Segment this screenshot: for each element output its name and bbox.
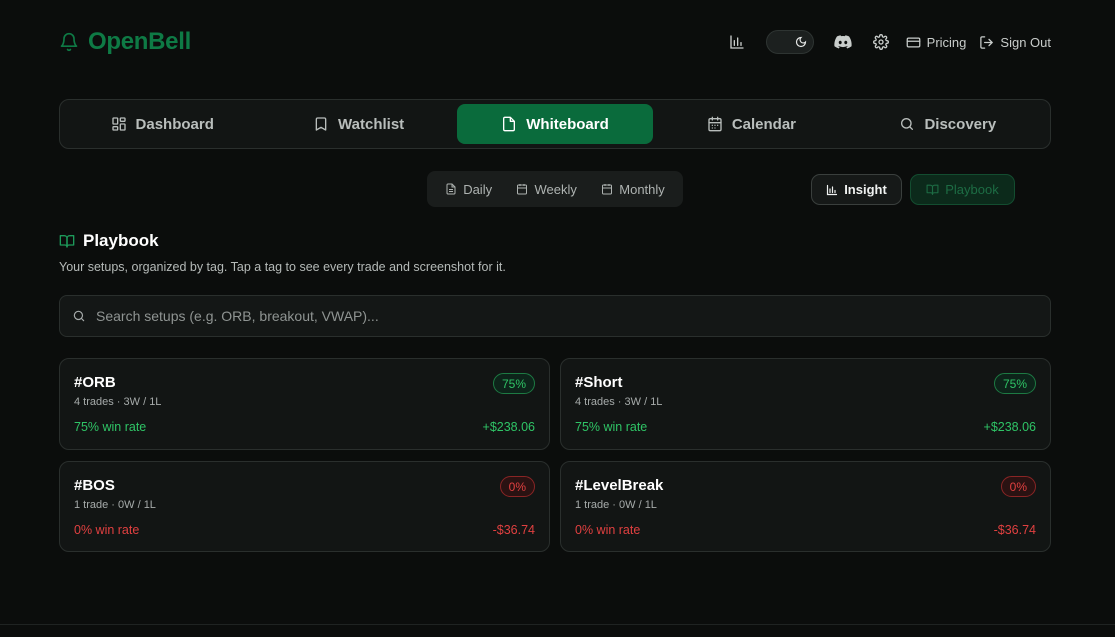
book-open-icon: [926, 183, 939, 196]
search-icon: [72, 309, 86, 323]
log-out-icon: [979, 35, 994, 50]
playbook-button[interactable]: Playbook: [910, 174, 1015, 205]
trade-summary: 4 trades · 3W / 1L: [74, 396, 162, 408]
pricing-link[interactable]: Pricing: [906, 34, 967, 50]
bar-chart-icon: [826, 184, 838, 196]
section-title: Playbook: [59, 231, 159, 251]
section-title-text: Playbook: [83, 231, 159, 250]
setup-card-levelbreak[interactable]: #LevelBreak 0% 1 trade · 0W / 1L 0% win …: [560, 461, 1051, 552]
playbook-label: Playbook: [945, 182, 999, 197]
period-monthly-label: Monthly: [619, 181, 665, 197]
bar-chart-icon[interactable]: [726, 31, 748, 53]
trade-summary: 4 trades · 3W / 1L: [575, 396, 663, 408]
tab-discovery[interactable]: Discovery: [850, 104, 1046, 144]
calendar-icon: [601, 183, 613, 195]
brand-name: OpenBell: [88, 28, 191, 55]
period-daily-label: Daily: [463, 181, 493, 197]
period-daily[interactable]: Daily: [445, 182, 492, 197]
moon-icon: [794, 35, 808, 49]
setup-card-short[interactable]: #Short 75% 4 trades · 3W / 1L 75% win ra…: [560, 358, 1051, 450]
sign-out-label: Sign Out: [1000, 34, 1051, 50]
insight-label: Insight: [844, 182, 887, 197]
win-rate-text: 0% win rate: [74, 523, 140, 537]
credit-card-icon: [906, 35, 921, 50]
tab-whiteboard[interactable]: Whiteboard: [456, 104, 654, 144]
search-icon: [899, 116, 915, 132]
win-rate-badge: 0%: [1000, 476, 1036, 497]
setup-tag: #Short: [575, 374, 623, 391]
setup-tag: #BOS: [74, 477, 115, 494]
insight-button[interactable]: Insight: [811, 174, 902, 205]
tab-dashboard-label: Dashboard: [135, 115, 214, 133]
sign-out-link[interactable]: Sign Out: [979, 35, 1051, 50]
gear-icon[interactable]: [870, 31, 892, 53]
calendar-icon: [707, 116, 723, 132]
document-icon: [445, 183, 457, 195]
tab-calendar[interactable]: Calendar: [653, 104, 849, 144]
setup-tag: #LevelBreak: [575, 477, 664, 494]
pnl-value: +$238.06: [482, 420, 535, 434]
tab-discovery-label: Discovery: [924, 115, 997, 133]
section-subtitle: Your setups, organized by tag. Tap a tag…: [59, 260, 506, 274]
win-rate-text: 0% win rate: [575, 523, 641, 537]
setup-tag: #ORB: [74, 374, 116, 391]
tab-watchlist[interactable]: Watchlist: [260, 104, 456, 144]
book-open-icon: [59, 233, 75, 249]
win-rate-text: 75% win rate: [74, 420, 147, 434]
theme-toggle[interactable]: [765, 30, 814, 54]
tab-dashboard[interactable]: Dashboard: [64, 104, 260, 144]
period-weekly-label: Weekly: [534, 181, 577, 197]
pricing-label: Pricing: [926, 34, 967, 50]
bookmark-icon: [313, 116, 329, 132]
win-rate-badge: 75%: [993, 373, 1036, 394]
note-icon: [501, 116, 517, 132]
brand-logo[interactable]: OpenBell: [59, 28, 191, 56]
setup-search-bar: [59, 295, 1051, 337]
pnl-value: -$36.74: [492, 523, 535, 537]
search-input[interactable]: [96, 308, 996, 324]
top-toolbar: Pricing Sign Out: [726, 30, 1051, 54]
trade-summary: 1 trade · 0W / 1L: [575, 499, 657, 511]
calendar-icon: [516, 183, 528, 195]
trade-summary: 1 trade · 0W / 1L: [74, 499, 156, 511]
period-monthly[interactable]: Monthly: [601, 182, 665, 197]
pnl-value: -$36.74: [993, 523, 1036, 537]
tab-whiteboard-label: Whiteboard: [526, 115, 609, 133]
grid-icon: [111, 116, 127, 132]
setup-card-orb[interactable]: #ORB 75% 4 trades · 3W / 1L 75% win rate…: [59, 358, 550, 450]
tab-calendar-label: Calendar: [731, 115, 797, 133]
win-rate-badge: 75%: [492, 373, 535, 394]
period-selector: Daily Weekly Monthly: [427, 171, 683, 207]
win-rate-badge: 0%: [499, 476, 535, 497]
discord-icon[interactable]: [832, 31, 854, 53]
pnl-value: +$238.06: [983, 420, 1036, 434]
footer-divider: [0, 624, 1115, 625]
win-rate-text: 75% win rate: [575, 420, 648, 434]
setup-card-bos[interactable]: #BOS 0% 1 trade · 0W / 1L 0% win rate -$…: [59, 461, 550, 552]
main-nav-tabs: Dashboard Watchlist Whiteboard Calendar …: [59, 99, 1051, 149]
period-weekly[interactable]: Weekly: [516, 181, 577, 197]
bell-icon: [59, 31, 79, 53]
tab-watchlist-label: Watchlist: [338, 115, 405, 133]
